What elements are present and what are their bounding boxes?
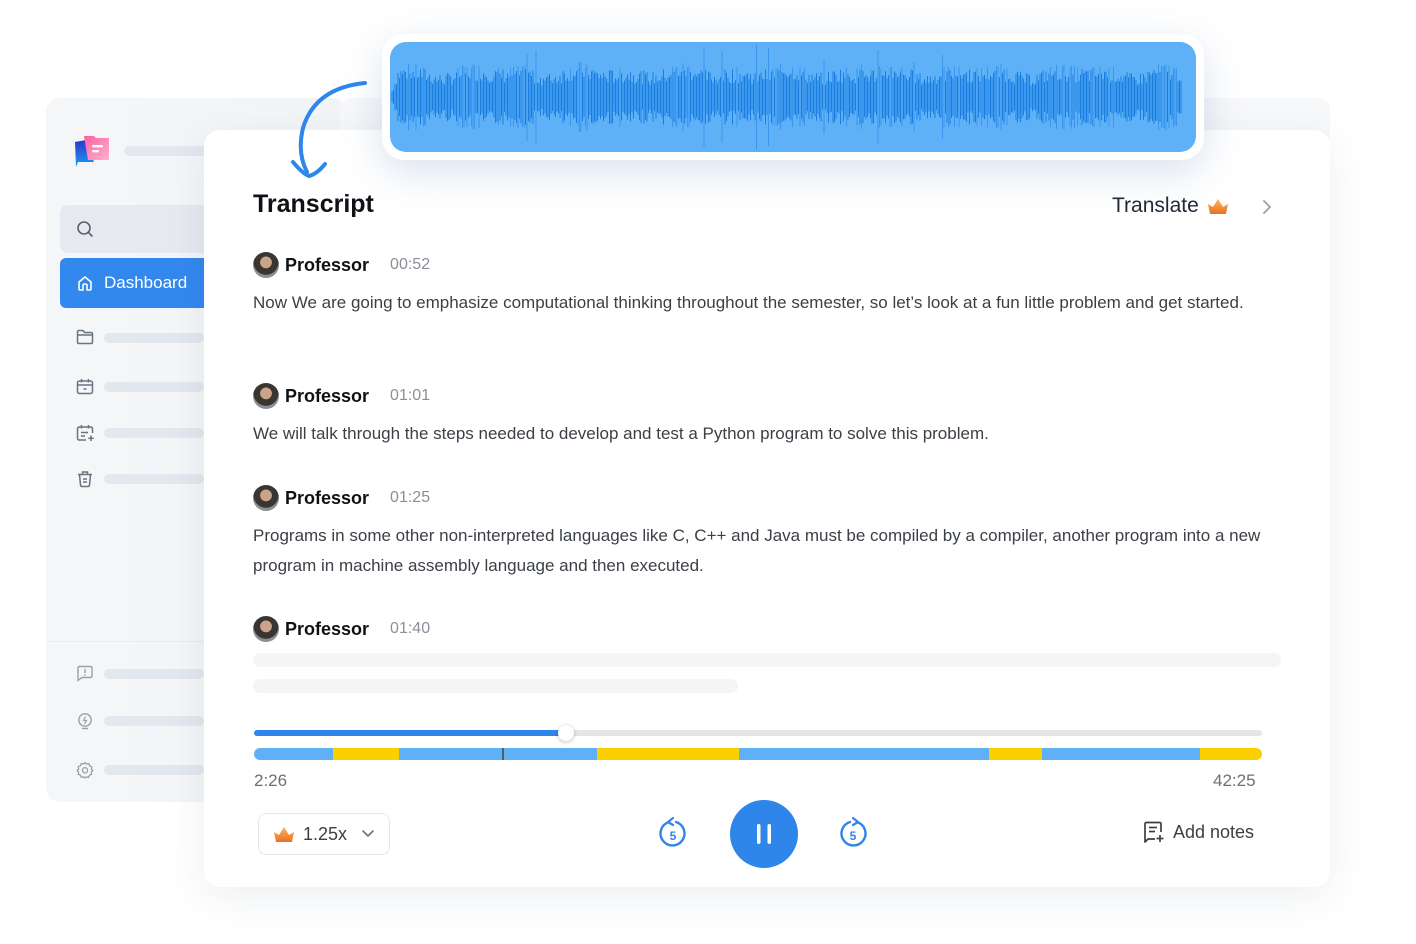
sidebar-item-label: Dashboard [104, 273, 188, 292]
folder-chat-logo-icon [75, 136, 109, 167]
chevron-right-icon[interactable] [1261, 198, 1273, 216]
segment-speech[interactable] [254, 748, 333, 760]
speaker-name: Professor [285, 385, 370, 406]
sidebar-item-schedule[interactable] [104, 428, 204, 438]
segment-speech[interactable] [1042, 748, 1201, 760]
sidebar-item-folders[interactable] [104, 333, 204, 343]
folder-icon[interactable] [76, 329, 94, 345]
playback-progress-slider[interactable] [254, 725, 1262, 741]
app-name-placeholder [124, 146, 214, 156]
calendar-icon[interactable] [76, 378, 94, 395]
sidebar-item-trash[interactable] [104, 474, 204, 484]
speaker-segments-bar[interactable] [254, 748, 1262, 760]
progress-fill [254, 730, 567, 736]
transcript-entry-header: Professor 01:01 [253, 383, 430, 409]
transcript-entry-header: Professor 01:40 [253, 616, 430, 642]
lightbulb-icon[interactable] [76, 712, 94, 731]
entry-timestamp[interactable]: 00:52 [390, 256, 430, 274]
segment-speech[interactable] [738, 748, 989, 760]
calendar-add-icon[interactable] [76, 424, 95, 442]
segment-speech[interactable] [399, 748, 597, 760]
segment-highlight[interactable] [332, 748, 400, 760]
segment-marker [501, 748, 504, 760]
entry-timestamp[interactable]: 01:01 [390, 387, 430, 405]
speed-value: 1.25x [303, 823, 348, 844]
playback-speed-select[interactable]: 1.25x [258, 813, 390, 855]
add-note-icon [1144, 821, 1164, 843]
curved-arrow-icon [291, 81, 367, 179]
segment-highlight[interactable] [1200, 748, 1262, 760]
audio-waveform [391, 44, 1182, 150]
home-icon [78, 276, 92, 291]
search-icon [77, 221, 93, 237]
trash-icon[interactable] [76, 470, 94, 488]
text-loading-placeholder [253, 679, 738, 693]
add-notes-button[interactable]: Add notes [1143, 821, 1254, 843]
transcript-entry-header: Professor 01:25 [253, 485, 430, 511]
avatar [253, 383, 279, 409]
segment-highlight[interactable] [988, 748, 1043, 760]
speaker-name: Professor [285, 618, 370, 639]
transcript-text: We will talk through the steps needed to… [253, 424, 989, 443]
sidebar-item-feedback[interactable] [104, 669, 204, 679]
page-title: Transcript [253, 190, 374, 218]
sidebar-item-tips[interactable] [104, 716, 204, 726]
rewind-5-icon[interactable]: 5 [656, 816, 690, 852]
total-time: 42:25 [1213, 771, 1256, 790]
avatar [253, 616, 279, 642]
transcript-entry-header: Professor 00:52 [253, 252, 430, 278]
sidebar-item-calendar[interactable] [104, 382, 204, 392]
avatar [253, 485, 279, 511]
sidebar-item-settings[interactable] [104, 765, 204, 775]
transcript-text: Programs in some other non-interpreted l… [253, 526, 1261, 575]
pause-icon [757, 824, 771, 844]
pause-button[interactable] [730, 800, 798, 868]
gear-icon[interactable] [76, 761, 94, 779]
translate-label: Translate [1112, 194, 1199, 217]
rewind-seconds: 5 [670, 829, 677, 843]
chevron-down-icon [362, 830, 374, 838]
entry-timestamp[interactable]: 01:25 [390, 489, 430, 507]
current-time: 2:26 [254, 771, 288, 790]
forward-5-icon[interactable]: 5 [836, 816, 870, 852]
entry-timestamp[interactable]: 01:40 [390, 620, 430, 638]
forward-seconds: 5 [850, 829, 857, 843]
add-notes-label: Add notes [1173, 821, 1255, 842]
translate-button[interactable]: Translate [1112, 194, 1229, 218]
audio-waveform-card [382, 34, 1204, 160]
crown-icon [1207, 199, 1228, 214]
feedback-icon[interactable] [76, 665, 94, 682]
text-loading-placeholder [253, 653, 1281, 667]
speaker-name: Professor [285, 487, 370, 508]
segment-highlight[interactable] [596, 748, 739, 760]
speaker-name: Professor [285, 254, 370, 275]
transcript-text: Now We are going to emphasize computatio… [253, 293, 1244, 312]
avatar [253, 252, 279, 278]
crown-icon [274, 827, 294, 842]
